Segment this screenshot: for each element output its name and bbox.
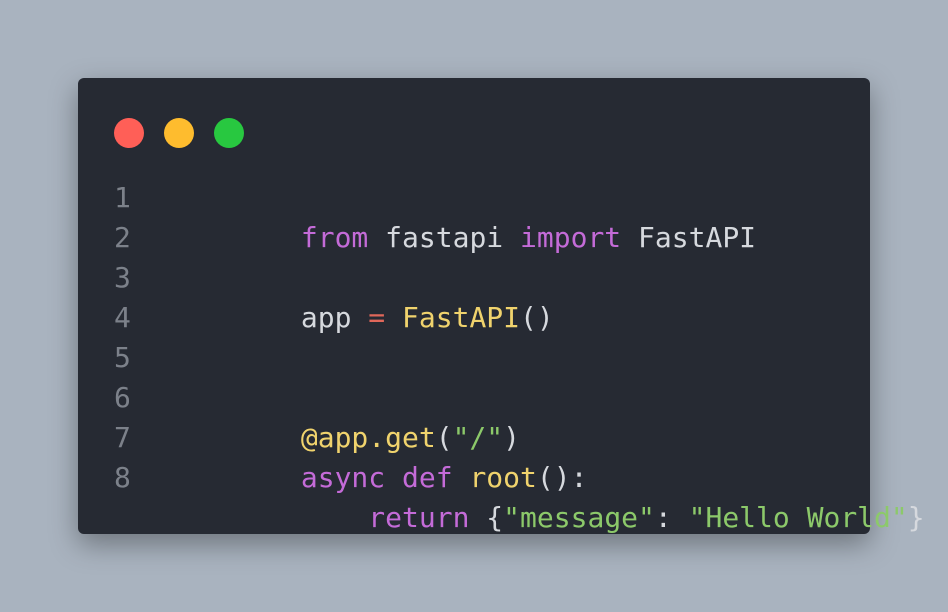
code-editor[interactable]: 1 from fastapi import FastAPI 2 3 app = … — [114, 178, 925, 534]
code-token: from — [300, 221, 369, 254]
code-token: } — [907, 501, 925, 534]
code-token: import — [520, 221, 622, 254]
maximize-button[interactable] — [214, 118, 244, 148]
code-token: fastapi — [368, 221, 521, 254]
minimize-button[interactable] — [164, 118, 194, 148]
code-token: () — [520, 301, 554, 334]
code-token: { — [469, 501, 504, 534]
code-content: async def root(): — [166, 418, 588, 494]
code-token: FastAPI — [621, 221, 757, 254]
code-token: "message" — [503, 501, 655, 534]
code-content: @app.get("/") — [166, 378, 520, 454]
line-number: 1 — [114, 181, 131, 214]
code-window: 1 from fastapi import FastAPI 2 3 app = … — [78, 78, 925, 534]
code-line: 8 return {"message": "Hello World"} — [114, 458, 925, 534]
code-content: from fastapi import FastAPI — [166, 178, 756, 254]
code-line: 6 @app.get("/") — [114, 378, 850, 454]
line-number: 6 — [114, 381, 131, 414]
code-line: 3 app = FastAPI() — [114, 258, 850, 334]
code-content: return {"message": "Hello World"} — [166, 458, 924, 534]
code-token: return — [368, 501, 470, 534]
line-number: 7 — [114, 421, 131, 454]
code-line: 1 from fastapi import FastAPI — [114, 178, 850, 254]
code-token: : — [654, 501, 689, 534]
code-token: FastAPI — [402, 301, 521, 334]
line-number: 3 — [114, 261, 131, 294]
code-token: = — [368, 301, 386, 334]
code-line: 7 async def root(): — [114, 418, 850, 494]
code-token: app — [300, 301, 369, 334]
line-number: 4 — [114, 301, 131, 334]
line-number: 8 — [114, 461, 131, 494]
code-content: app = FastAPI() — [166, 258, 554, 334]
window-controls — [114, 118, 244, 148]
code-token: "Hello World" — [688, 501, 908, 534]
line-number: 2 — [114, 221, 131, 254]
line-number: 5 — [114, 341, 131, 374]
close-button[interactable] — [114, 118, 144, 148]
